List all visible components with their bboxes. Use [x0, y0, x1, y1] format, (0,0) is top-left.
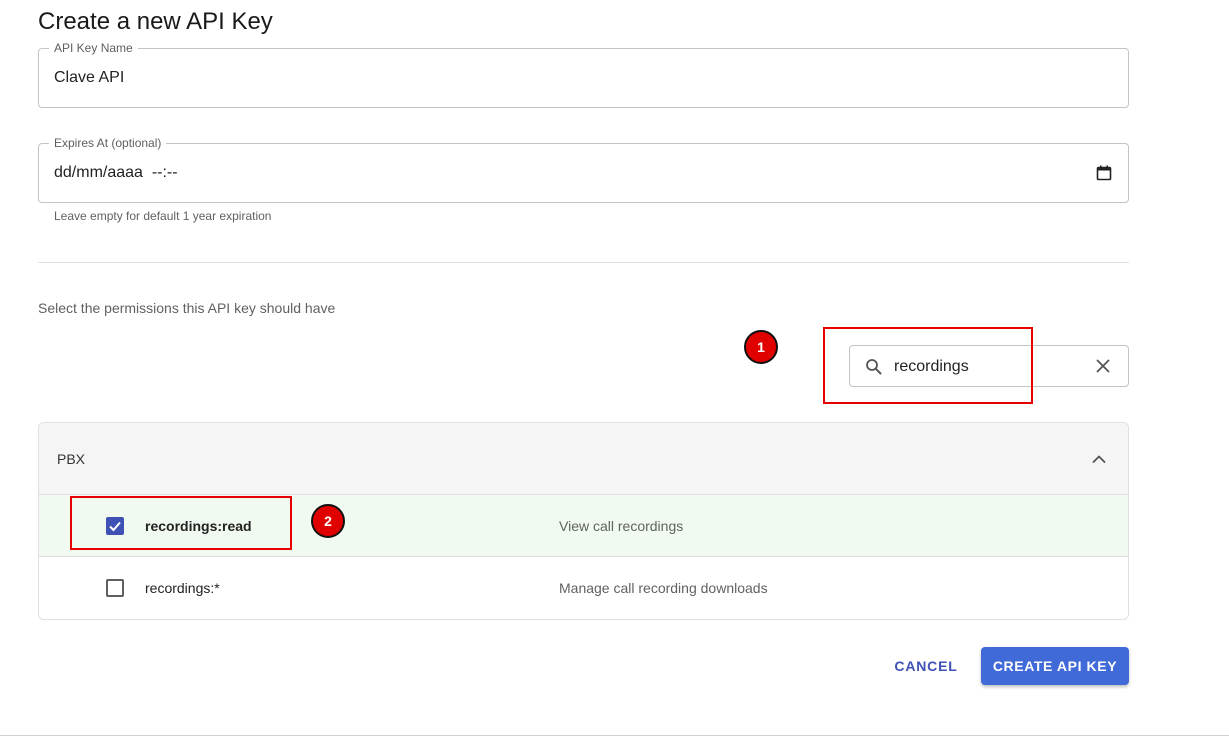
page-title: Create a new API Key [38, 8, 273, 35]
calendar-icon[interactable] [1096, 165, 1112, 181]
permission-checkbox[interactable] [106, 579, 124, 597]
permissions-intro: Select the permissions this API key shou… [38, 300, 336, 316]
chevron-up-icon[interactable] [1092, 452, 1106, 466]
create-api-key-page: Create a new API Key API Key Name Clave … [0, 0, 1229, 738]
permission-row[interactable]: recordings:* Manage call recording downl… [39, 557, 1128, 619]
permission-description: Manage call recording downloads [559, 580, 768, 596]
annotation-highlight-search [823, 327, 1033, 404]
close-icon[interactable] [1096, 359, 1110, 373]
permission-name: recordings:* [145, 580, 220, 596]
annotation-badge: 2 [311, 504, 345, 538]
bottom-divider [0, 735, 1229, 736]
permission-description: View call recordings [559, 518, 684, 534]
expires-at-field[interactable]: Expires At (optional) dd/mm/aaaa --:-- [38, 136, 1129, 203]
permission-group-title: PBX [57, 451, 86, 467]
expires-at-label: Expires At (optional) [49, 136, 167, 150]
api-key-name-input[interactable]: Clave API [54, 69, 124, 87]
expires-helper-text: Leave empty for default 1 year expiratio… [54, 209, 272, 223]
annotation-badge: 1 [744, 330, 778, 364]
cancel-button[interactable]: CANCEL [885, 648, 967, 684]
section-divider [38, 262, 1129, 263]
permission-group-header[interactable]: PBX [39, 423, 1128, 495]
api-key-name-field[interactable]: API Key Name Clave API [38, 41, 1129, 108]
expires-at-input[interactable]: dd/mm/aaaa --:-- [54, 164, 178, 182]
create-api-key-button[interactable]: CREATE API KEY [981, 647, 1129, 685]
api-key-name-label: API Key Name [49, 41, 138, 55]
annotation-highlight-permission [70, 496, 292, 550]
